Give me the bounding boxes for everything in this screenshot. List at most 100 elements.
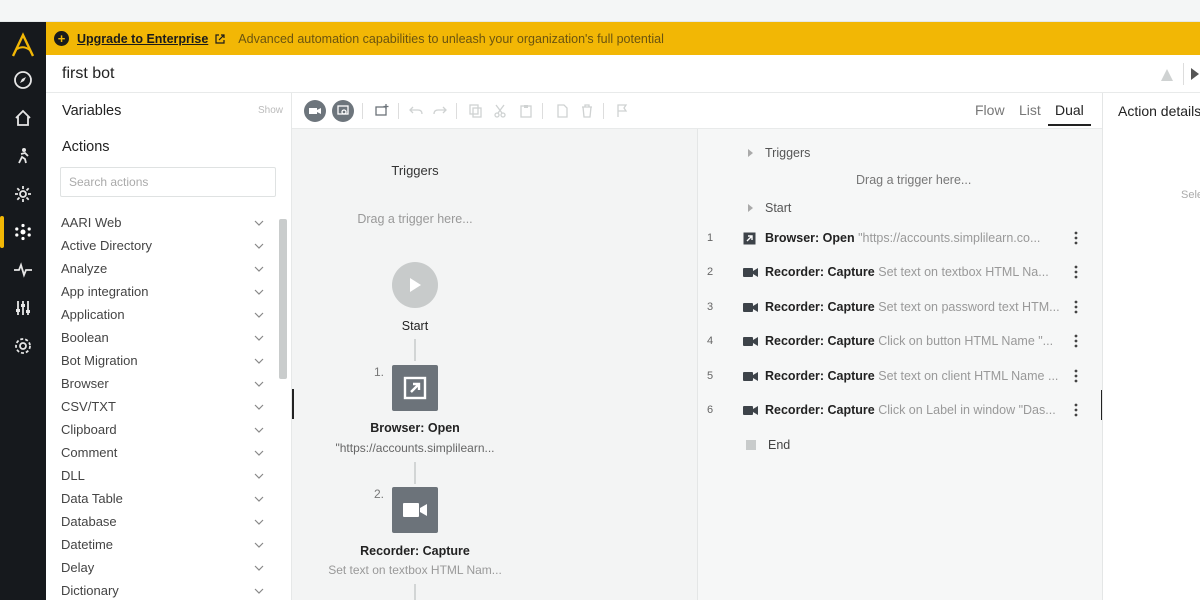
action-category-item[interactable]: Data Table [46, 487, 278, 510]
manage-sliders-icon[interactable] [11, 296, 35, 320]
more-options-icon[interactable] [1074, 265, 1078, 279]
undo-button[interactable] [406, 101, 426, 121]
banner-message: Advanced automation capabilities to unle… [238, 31, 664, 46]
list-start-row[interactable]: Start [748, 201, 791, 215]
row-action-name: Recorder: Capture [765, 369, 875, 383]
chevron-down-icon [254, 450, 264, 456]
list-action-row[interactable]: 3 Recorder: Capture Set text on password … [698, 292, 1090, 322]
action-category-label: Application [61, 307, 125, 322]
play-icon [410, 278, 421, 292]
action-category-label: CSV/TXT [61, 399, 116, 414]
title-divider [1183, 63, 1184, 85]
tab-flow[interactable]: Flow [975, 102, 1005, 118]
action-category-item[interactable]: Datetime [46, 533, 278, 556]
warning-icon[interactable] [1160, 68, 1174, 82]
list-action-row[interactable]: 4 Recorder: Capture Click on button HTML … [698, 326, 1090, 356]
bot-title[interactable]: first bot [62, 65, 114, 83]
action-category-item[interactable]: Database [46, 510, 278, 533]
action-category-item[interactable]: CSV/TXT [46, 395, 278, 418]
more-options-icon[interactable] [1074, 403, 1078, 417]
copy-icon [469, 104, 482, 118]
toolbar-divider [456, 103, 457, 119]
more-options-icon[interactable] [1074, 334, 1078, 348]
action-category-item[interactable]: Bot Migration [46, 349, 278, 372]
explore-compass-icon[interactable] [11, 68, 35, 92]
action-category-item[interactable]: App integration [46, 280, 278, 303]
flow-trigger-dropzone[interactable]: Drag a trigger here... [292, 212, 538, 226]
action-category-item[interactable]: Analyze [46, 257, 278, 280]
variables-heading[interactable]: Variables [62, 103, 121, 119]
action-category-label: Datetime [61, 537, 114, 552]
activity-pulse-icon[interactable] [11, 258, 35, 282]
toolbar-divider [362, 103, 363, 119]
search-actions-input[interactable]: Search actions [60, 167, 276, 197]
actions-scrollbar[interactable] [278, 211, 288, 600]
upgrade-link[interactable]: Upgrade to Enterprise [77, 32, 208, 46]
chevron-down-icon [254, 588, 264, 594]
flow-triggers-label: Triggers [391, 163, 439, 178]
action-category-label: App integration [61, 284, 149, 299]
pane-resize-handle[interactable] [292, 389, 294, 419]
tab-dual[interactable]: Dual [1048, 102, 1091, 126]
more-options-icon[interactable] [1074, 369, 1078, 383]
variables-show-toggle[interactable]: Show [258, 105, 283, 116]
delete-button[interactable] [577, 101, 597, 121]
action-category-label: Dictionary [61, 583, 119, 598]
list-action-row[interactable]: 6 Recorder: Capture Click on Label in win… [698, 395, 1090, 425]
action-category-item[interactable]: Delay [46, 556, 278, 579]
left-nav [0, 22, 46, 600]
browser-top-strip [0, 0, 1200, 22]
flow-step-recorder-capture[interactable] [392, 487, 438, 533]
redo-button[interactable] [430, 101, 450, 121]
add-screen-button[interactable] [372, 101, 392, 121]
scrollbar-thumb[interactable] [279, 219, 287, 379]
flow-canvas: Triggers Drag a trigger here... Start 1.… [292, 129, 698, 600]
document-icon [557, 104, 568, 118]
automation-icon[interactable] [0, 216, 35, 248]
list-trigger-dropzone[interactable]: Drag a trigger here... [856, 173, 971, 187]
action-category-label: Analyze [61, 261, 108, 276]
more-options-icon[interactable] [1074, 300, 1078, 314]
action-details-hint: Sele [1181, 189, 1200, 201]
universal-recorder-button[interactable] [332, 100, 354, 122]
action-category-item[interactable]: Application [46, 303, 278, 326]
flag-button[interactable] [612, 101, 632, 121]
run-play-icon[interactable] [1190, 67, 1200, 81]
actions-heading: Actions [62, 139, 110, 155]
list-action-row[interactable]: 5 Recorder: Capture Set text on client HT… [698, 361, 1090, 391]
enable-disable-button[interactable] [552, 101, 572, 121]
record-button[interactable] [304, 100, 326, 122]
action-category-item[interactable]: Comment [46, 441, 278, 464]
action-category-item[interactable]: Browser [46, 372, 278, 395]
action-category-item[interactable]: Boolean [46, 326, 278, 349]
paste-button[interactable] [516, 101, 536, 121]
action-category-item[interactable]: AARI Web [46, 211, 278, 234]
action-category-item[interactable]: DLL [46, 464, 278, 487]
list-end-label: End [768, 438, 791, 452]
settings-icon[interactable] [11, 334, 35, 358]
toolbar-divider [398, 103, 399, 119]
action-category-label: Boolean [61, 330, 109, 345]
action-category-item[interactable]: Active Directory [46, 234, 278, 257]
copy-button[interactable] [466, 101, 486, 121]
expand-triangle-icon [748, 149, 753, 157]
chevron-down-icon [254, 473, 264, 479]
flow-step-browser-open[interactable] [392, 365, 438, 411]
list-action-row[interactable]: 1 Browser: Open "https://accounts.simplil… [698, 223, 1090, 253]
action-category-item[interactable]: Dictionary [46, 579, 278, 600]
tab-list[interactable]: List [1019, 102, 1041, 118]
bot-runner-icon[interactable] [11, 144, 35, 168]
home-icon[interactable] [11, 106, 35, 130]
row-action-detail: Set text on textbox HTML Na... [878, 265, 1049, 279]
list-view: Triggers Drag a trigger here... Start 1 B… [698, 129, 1102, 600]
list-triggers-row[interactable]: Triggers [748, 146, 810, 160]
list-action-row[interactable]: 2 Recorder: Capture Set text on textbox H… [698, 257, 1090, 287]
devices-gear-icon[interactable] [11, 182, 35, 206]
cut-button[interactable] [490, 101, 510, 121]
action-category-item[interactable]: Clipboard [46, 418, 278, 441]
row-number: 4 [707, 335, 714, 347]
action-category-label: Clipboard [61, 422, 117, 437]
editor-toolbar: Flow List Dual [292, 93, 1102, 129]
flow-start-node[interactable] [392, 262, 438, 308]
more-options-icon[interactable] [1074, 231, 1078, 245]
